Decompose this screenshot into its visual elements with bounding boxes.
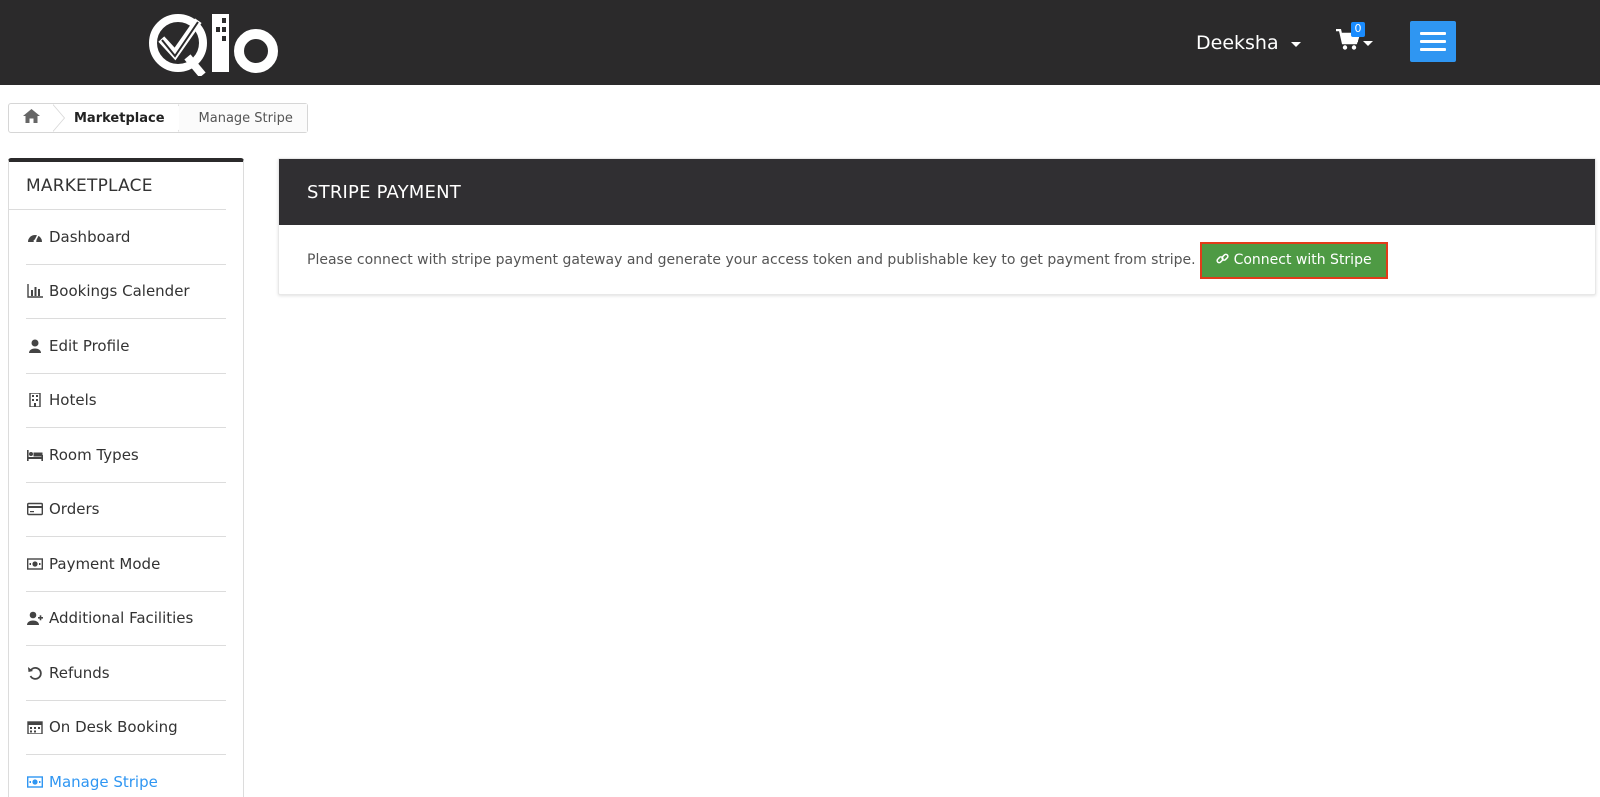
link-icon bbox=[1215, 252, 1229, 269]
breadcrumb-current: Manage Stripe bbox=[178, 104, 307, 132]
chevron-down-icon bbox=[1290, 41, 1301, 47]
sidebar-item-bookings-calender[interactable]: Bookings Calender bbox=[26, 265, 226, 319]
hamburger-menu-button[interactable] bbox=[1410, 21, 1456, 62]
sidebar-item-label: Hotels bbox=[49, 391, 97, 410]
top-navbar: Deeksha 0 bbox=[0, 0, 1600, 85]
sidebar-item-label: Manage Stripe bbox=[49, 772, 158, 791]
sidebar-item-label: Additional Facilities bbox=[49, 609, 194, 628]
sidebar-item-refunds[interactable]: Refunds bbox=[26, 646, 226, 701]
sidebar-item-label: On Desk Booking bbox=[49, 718, 178, 737]
sidebar-item-hotels[interactable]: Hotels bbox=[26, 374, 226, 428]
user-name: Deeksha bbox=[1196, 32, 1279, 54]
sidebar-item-payment-mode[interactable]: Payment Mode bbox=[26, 537, 226, 592]
user-icon bbox=[26, 339, 44, 353]
sidebar-item-manage-stripe[interactable]: Manage Stripe bbox=[26, 755, 226, 797]
qlo-logo[interactable] bbox=[146, 10, 286, 78]
sidebar-menu: Dashboard Bookings Calender Edit Profile… bbox=[9, 210, 243, 797]
sidebar-title: MARKETPLACE bbox=[9, 162, 226, 210]
dashboard-icon bbox=[26, 230, 44, 244]
undo-icon bbox=[26, 666, 44, 680]
sidebar-item-edit-profile[interactable]: Edit Profile bbox=[26, 319, 226, 374]
user-plus-icon bbox=[26, 611, 44, 626]
stripe-connect-message: Please connect with stripe payment gatew… bbox=[307, 252, 1196, 268]
breadcrumb: Marketplace Manage Stripe bbox=[8, 103, 308, 133]
marketplace-sidebar: MARKETPLACE Dashboard Bookings Calender … bbox=[8, 158, 244, 797]
sidebar-item-label: Orders bbox=[49, 500, 100, 519]
sidebar-item-label: Room Types bbox=[49, 445, 139, 464]
credit-card-icon bbox=[26, 502, 44, 516]
sidebar-item-additional-facilities[interactable]: Additional Facilities bbox=[26, 592, 226, 646]
cart-count-badge: 0 bbox=[1351, 22, 1365, 37]
sidebar-item-label: Payment Mode bbox=[49, 554, 161, 573]
bar-chart-icon bbox=[26, 284, 44, 298]
money-icon bbox=[26, 557, 44, 571]
home-icon bbox=[23, 109, 40, 127]
sidebar-title-text: MARKETPLACE bbox=[26, 176, 153, 196]
panel-title: STRIPE PAYMENT bbox=[279, 159, 1595, 225]
hamburger-icon-line bbox=[1420, 32, 1446, 35]
breadcrumb-home[interactable] bbox=[9, 104, 54, 132]
chevron-down-icon bbox=[1363, 40, 1373, 46]
sidebar-item-label: Edit Profile bbox=[49, 336, 130, 355]
calendar-icon bbox=[26, 720, 44, 735]
breadcrumb-marketplace[interactable]: Marketplace bbox=[54, 104, 179, 132]
sidebar-item-room-types[interactable]: Room Types bbox=[26, 428, 226, 483]
connect-with-stripe-button[interactable]: Connect with Stripe bbox=[1199, 241, 1388, 279]
bed-icon bbox=[26, 448, 44, 462]
money-icon bbox=[26, 775, 44, 789]
sidebar-item-dashboard[interactable]: Dashboard bbox=[26, 210, 226, 265]
sidebar-item-on-desk-booking[interactable]: On Desk Booking bbox=[26, 701, 226, 755]
sidebar-item-label: Bookings Calender bbox=[49, 282, 190, 301]
sidebar-item-label: Refunds bbox=[49, 663, 110, 682]
connect-with-stripe-label: Connect with Stripe bbox=[1233, 252, 1372, 268]
panel-body: Please connect with stripe payment gatew… bbox=[279, 225, 1595, 295]
sidebar-item-label: Dashboard bbox=[49, 227, 131, 246]
cart-dropdown[interactable]: 0 bbox=[1336, 22, 1380, 60]
sidebar-item-orders[interactable]: Orders bbox=[26, 483, 226, 537]
stripe-payment-panel: STRIPE PAYMENT Please connect with strip… bbox=[278, 158, 1596, 295]
building-icon bbox=[26, 393, 44, 408]
hamburger-icon-line bbox=[1420, 48, 1446, 51]
hamburger-icon-line bbox=[1420, 40, 1446, 43]
user-dropdown[interactable]: Deeksha bbox=[1196, 28, 1301, 58]
